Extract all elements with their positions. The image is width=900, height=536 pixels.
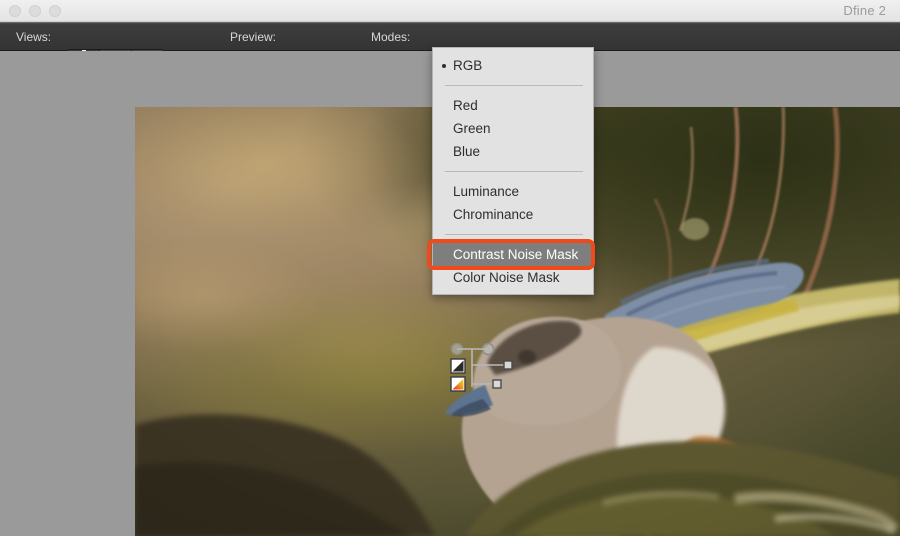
menu-item-label: Chrominance (453, 207, 533, 222)
menu-item-blue[interactable]: Blue (433, 140, 593, 163)
traffic-lights (9, 5, 61, 17)
title-bar: Dfine 2 (0, 0, 900, 22)
menu-item-label: Color Noise Mask (453, 270, 560, 285)
menu-item-label: Contrast Noise Mask (453, 247, 578, 262)
menu-item-label: Luminance (453, 184, 519, 199)
highlighted-menu-row: Contrast Noise Mask (433, 243, 593, 266)
zoom-button[interactable] (49, 5, 61, 17)
menu-item-luminance[interactable]: Luminance (433, 180, 593, 203)
minimize-button[interactable] (29, 5, 41, 17)
menu-item-contrast-noise-mask[interactable]: Contrast Noise Mask (433, 243, 593, 266)
modes-label: Modes: (371, 30, 410, 44)
menu-item-label: Green (453, 121, 491, 136)
dfine-window: Dfine 2 Views: Preview: Modes: RGB (0, 0, 900, 536)
window-title: Dfine 2 (843, 3, 886, 18)
menu-item-color-noise-mask[interactable]: Color Noise Mask (433, 266, 593, 289)
preview-label: Preview: (230, 30, 276, 44)
views-label: Views: (16, 30, 51, 44)
menu-item-label: Red (453, 98, 478, 113)
control-point-widget[interactable] (447, 343, 535, 395)
menu-item-label: Blue (453, 144, 480, 159)
menu-item-green[interactable]: Green (433, 117, 593, 140)
menu-item-label: RGB (453, 58, 482, 73)
modes-dropdown-menu[interactable]: RGB Red Green Blue Luminance Chrominance… (432, 47, 594, 295)
menu-item-rgb[interactable]: RGB (433, 54, 593, 77)
menu-separator (445, 234, 583, 235)
menu-separator (445, 171, 583, 172)
menu-item-red[interactable]: Red (433, 94, 593, 117)
control-point-graphic[interactable] (447, 343, 535, 395)
menu-item-chrominance[interactable]: Chrominance (433, 203, 593, 226)
menu-separator (445, 85, 583, 86)
close-button[interactable] (9, 5, 21, 17)
